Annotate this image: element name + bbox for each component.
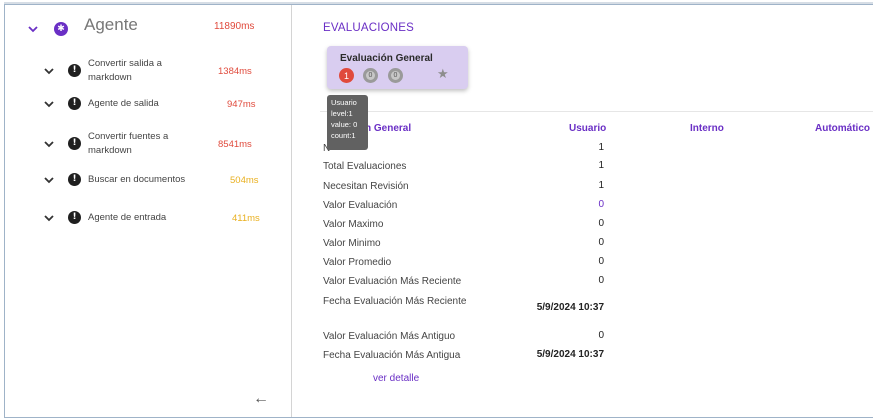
alert-icon: ! [68,211,81,224]
alert-icon: ! [68,173,81,186]
row-label: Valor Promedio [323,257,392,268]
badge-user[interactable]: 1 [339,68,354,83]
step-time: 504ms [230,175,259,186]
row-value: 5/9/2024 10:37 [536,349,604,360]
chevron-down-icon[interactable] [42,173,56,187]
column-header-automatic: Automático [815,123,870,134]
row-label: Valor Maximo [323,219,384,230]
row-value: 5/9/2024 10:37 [536,302,604,313]
step-label: Agente de salida [88,98,159,109]
panel-divider [291,5,292,417]
row-value: 0 [598,330,604,341]
chevron-down-icon[interactable] [42,64,56,78]
row-value: 0 [598,237,604,248]
divider [320,111,873,112]
step-time: 947ms [227,99,256,110]
row-label: Total Evaluaciones [323,161,407,172]
row-value: 1 [598,180,604,191]
evaluation-card-title: Evaluación General [340,53,433,64]
view-detail-link[interactable]: ver detalle [373,373,419,384]
star-icon[interactable]: ★ [437,67,449,82]
row-label: Valor Evaluación Más Reciente [323,276,462,287]
step-time: 411ms [232,213,260,224]
row-label: Necesitan Revisión [323,181,409,192]
row-value: 0 [598,275,604,286]
agent-icon: ✱ [54,22,68,36]
step-label: Agente de entrada [88,212,167,223]
step-time: 1384ms [218,66,252,77]
root-agent-label[interactable]: Agente [84,15,138,35]
row-value: 0 [598,199,604,210]
badge-tooltip: Usuario level:1 value: 0 count:1 [327,95,368,150]
step-label: Convertir salida a markdown [88,58,162,83]
arrow-left-icon[interactable]: ← [253,390,269,408]
row-value: 1 [598,142,604,153]
row-value: 0 [598,256,604,267]
row-value: 0 [598,218,604,229]
row-label: Valor Evaluación [323,200,398,211]
chevron-down-icon[interactable] [42,211,56,225]
row-label: Fecha Evaluación Más Antigua [323,350,461,361]
evaluation-card[interactable]: Evaluación General 1 0 0 ★ [327,46,468,89]
row-label: Valor Evaluación Más Antiguo [323,331,456,342]
row-value: 1 [598,160,604,171]
alert-icon: ! [68,64,81,77]
section-title: EVALUACIONES [323,22,415,34]
column-header-internal: Interno [690,123,724,134]
chevron-down-icon[interactable] [26,22,40,36]
root-agent-time: 11890ms [214,21,255,32]
step-time: 8541ms [218,139,252,150]
badge-internal[interactable]: 0 [363,68,378,83]
chevron-down-icon[interactable] [42,137,56,151]
row-label: Fecha Evaluación Más Reciente [323,296,467,307]
alert-icon: ! [68,137,81,150]
step-label: Buscar en documentos [88,174,186,185]
chevron-down-icon[interactable] [42,97,56,111]
step-label: Convertir fuentes a markdown [88,131,169,156]
badge-automatic[interactable]: 0 [388,68,403,83]
row-label: Valor Minimo [323,238,381,249]
column-header-user: Usuario [569,123,607,134]
alert-icon: ! [68,97,81,110]
